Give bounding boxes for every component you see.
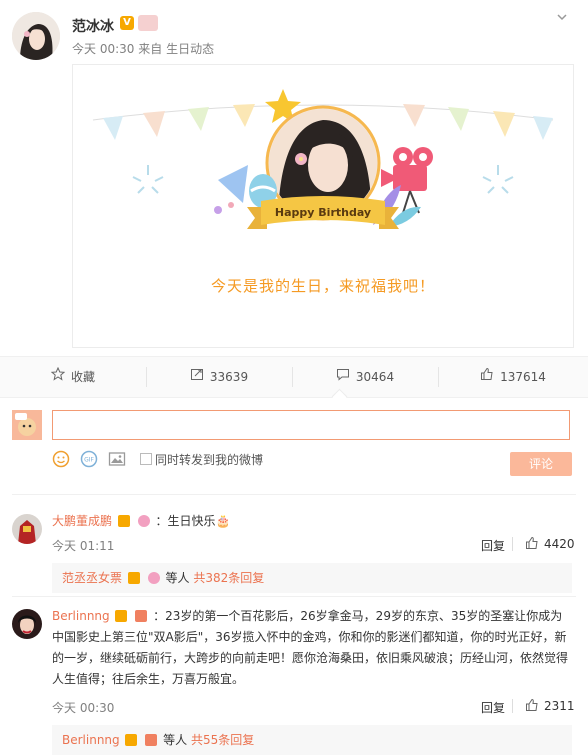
post-meta: 今天 00:30 来自 生日动态 [72, 40, 214, 57]
reply-tail: 等人 [165, 571, 190, 585]
birthday-card[interactable]: Happy Birthday 今天是我的生日，来祝福我吧！ [72, 64, 574, 348]
author-avatar[interactable] [12, 12, 60, 60]
hourglass-badge-icon [145, 734, 158, 746]
verified-badge-icon [127, 572, 140, 584]
comment-input[interactable] [52, 410, 570, 440]
member-badge-icon [138, 15, 158, 31]
chevron-down-icon[interactable] [555, 10, 569, 24]
repost-button[interactable]: 33639 [146, 357, 292, 397]
reply-user[interactable]: Berlinnng [62, 733, 120, 747]
replies-summary[interactable]: 范丞丞女票 等人 共382条回复 [52, 563, 572, 593]
star-icon [50, 357, 66, 397]
comment-text: ：生日快乐🎂 [155, 514, 231, 528]
reply-count-link[interactable]: 共55条回复 [191, 733, 254, 747]
repost-count: 33639 [209, 370, 249, 384]
fan-badge-icon [147, 572, 160, 584]
my-avatar [12, 410, 42, 440]
svg-text:GIF: GIF [84, 457, 94, 464]
reply-button[interactable]: 回复 [481, 537, 505, 554]
gif-icon[interactable]: GIF [80, 450, 98, 468]
author-name[interactable]: 范冰冰 [72, 16, 114, 36]
image-icon[interactable] [108, 450, 126, 468]
post-source[interactable]: 生日动态 [166, 42, 214, 56]
repost-checkbox[interactable] [140, 453, 152, 465]
comment-time: 今天 01:11 [52, 539, 115, 553]
action-bar: 收藏 33639 30464 137614 [0, 356, 588, 398]
verified-badge-icon [125, 734, 138, 746]
reply-button[interactable]: 回复 [481, 699, 505, 716]
replies-summary[interactable]: Berlinnng 等人 共55条回复 [52, 725, 572, 755]
repost-checkbox-label: 同时转发到我的微博 [155, 453, 264, 467]
post-time[interactable]: 今天 00:30 [72, 42, 134, 56]
like-button[interactable]: 137614 [438, 357, 588, 397]
reply-count-link[interactable]: 共382条回复 [193, 571, 264, 585]
comment-like-count: 2311 [544, 699, 575, 713]
fan-badge-icon [137, 515, 150, 527]
comment-count: 30464 [355, 370, 395, 384]
comment-avatar[interactable] [12, 514, 42, 544]
divider [512, 537, 513, 551]
thumbs-up-icon [480, 357, 494, 397]
comment-user[interactable]: Berlinnng [52, 609, 110, 623]
submit-comment-button[interactable]: 评论 [510, 452, 572, 476]
favorite-label: 收藏 [70, 370, 95, 384]
comment-body: Berlinnng ：23岁的第一个百花影后，26岁拿金马，29岁的东京、35岁… [52, 606, 572, 690]
comment-time: 今天 00:30 [52, 701, 115, 715]
favorite-button[interactable]: 收藏 [0, 357, 146, 397]
card-text: 今天是我的生日，来祝福我吧！ [210, 277, 435, 295]
like-count: 137614 [500, 370, 546, 384]
comment-avatar[interactable] [12, 609, 42, 639]
verified-badge-icon: V [120, 16, 134, 30]
thumbs-up-icon[interactable] [525, 698, 539, 715]
emoji-icon[interactable] [52, 450, 70, 468]
divider [512, 699, 513, 713]
divider [12, 494, 576, 495]
verified-badge-icon [117, 515, 130, 527]
divider [12, 596, 576, 597]
hourglass-badge-icon [135, 610, 148, 622]
ribbon-text: Happy Birthday [274, 206, 372, 219]
thumbs-up-icon[interactable] [525, 536, 539, 553]
comment-user[interactable]: 大鹏董成鹏 [52, 514, 112, 528]
comment-button[interactable]: 30464 [292, 357, 438, 397]
reply-tail: 等人 [163, 733, 188, 747]
reply-user[interactable]: 范丞丞女票 [62, 571, 122, 585]
comment-body: 大鹏董成鹏 ：生日快乐🎂 [52, 511, 230, 532]
repost-icon [190, 357, 204, 397]
source-prefix: 来自 [138, 42, 163, 56]
comment-like-count: 4420 [544, 537, 575, 551]
verified-badge-icon [115, 610, 128, 622]
comment-text: ：23岁的第一个百花影后，26岁拿金马，29岁的东京、35岁的圣塞让你成为中国影… [52, 609, 569, 686]
